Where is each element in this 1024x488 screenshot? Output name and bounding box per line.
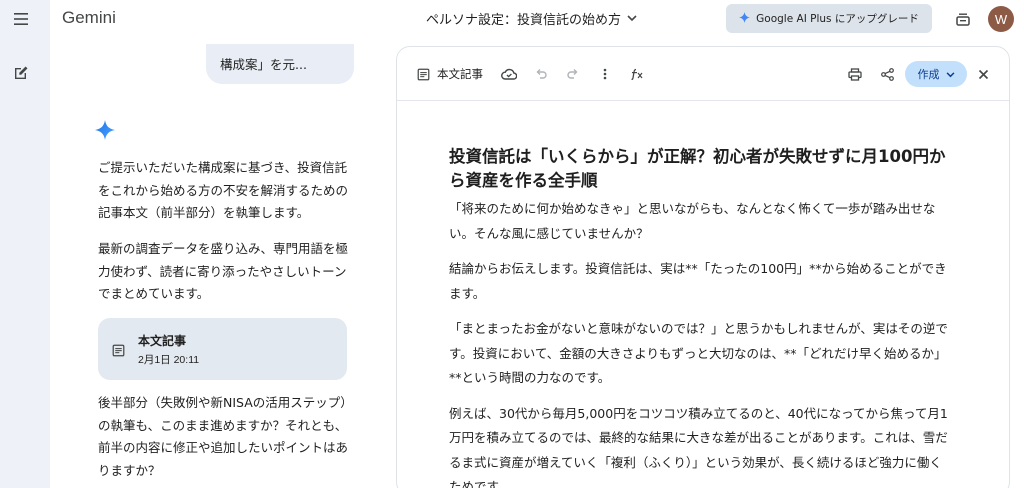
- share-icon[interactable]: [877, 64, 897, 84]
- document-card[interactable]: 本文記事 2月1日 20:11: [98, 318, 347, 380]
- document-icon: [112, 342, 125, 361]
- upgrade-label: Google AI Plus にアップグレード: [756, 13, 919, 25]
- cloud-icon[interactable]: [499, 64, 519, 84]
- gemini-spark-icon: [95, 120, 115, 140]
- new-chat-icon[interactable]: [10, 62, 32, 84]
- article-paragraph: 「将来のために何か始めなきゃ」と思いながらも、なんとなく怖くて一歩が踏み出せない…: [449, 201, 936, 241]
- document-card-title: 本文記事: [138, 334, 187, 348]
- avatar[interactable]: W: [988, 6, 1014, 32]
- create-button[interactable]: 作成: [905, 61, 967, 87]
- article-body[interactable]: 投資信託は「いくらから」が正解？初心者が失敗せずに月100円から資産を作る全手順…: [449, 145, 949, 488]
- share-conversation-icon[interactable]: [952, 8, 974, 30]
- print-icon[interactable]: [845, 64, 865, 84]
- side-rail: [0, 0, 50, 488]
- close-icon[interactable]: [973, 64, 993, 84]
- document-canvas: 本文記事 作成 投資信託は「いくらから」が正解？初心者が失敗せずに月100円から…: [396, 46, 1010, 488]
- chevron-down-icon: [946, 68, 955, 81]
- article-paragraph: 結論からお伝えします。投資信託は、実は**「たったの100円」**から始めること…: [449, 261, 947, 301]
- formula-icon[interactable]: [627, 64, 647, 84]
- response-paragraph: ご提示いただいた構成案に基づき、投資信託をこれから始める方の不安を解消するための…: [98, 160, 349, 220]
- upgrade-button[interactable]: Google AI Plus にアップグレード: [726, 4, 932, 33]
- canvas-toolbar: 本文記事 作成: [397, 47, 1009, 101]
- create-label: 作成: [917, 68, 940, 81]
- chevron-down-icon: [627, 11, 637, 26]
- canvas-document-title: 本文記事: [437, 67, 483, 81]
- menu-icon[interactable]: [10, 8, 32, 30]
- undo-icon[interactable]: [531, 64, 551, 84]
- conversation-title-dropdown[interactable]: ペルソナ設定：投資信託の始め方: [426, 9, 637, 28]
- user-message-bubble[interactable]: 構成案」を元...: [206, 44, 354, 84]
- document-card-date: 2月1日 20:11: [138, 354, 200, 366]
- article-title: 投資信託は「いくらから」が正解？初心者が失敗せずに月100円から資産を作る全手順: [449, 147, 946, 190]
- more-options-icon[interactable]: [595, 64, 615, 84]
- document-icon: [413, 64, 433, 84]
- top-bar: Gemini ペルソナ設定：投資信託の始め方 Google AI Plus にア…: [50, 0, 1024, 40]
- redo-icon[interactable]: [563, 64, 583, 84]
- response-paragraph: 後半部分（失敗例や新NISAの活用ステップ）の執筆も、このまま進めますか？それと…: [98, 395, 353, 478]
- conversation-title: ペルソナ設定：投資信託の始め方: [426, 13, 622, 28]
- article-paragraph: 例えば、30代から毎月5,000円をコツコツ積み立てるのと、40代になってから焦…: [449, 405, 948, 488]
- response-paragraph: 最新の調査データを盛り込み、専門用語を極力使わず、読者に寄り添ったやさしいトーン…: [98, 241, 349, 301]
- chat-panel: 構成案」を元... ご提示いただいた構成案に基づき、投資信託をこれから始める方の…: [50, 40, 390, 488]
- article-paragraph: 「まとまったお金がないと意味がないのでは？」と思うかもしれませんが、実はその逆で…: [449, 321, 948, 385]
- app-name[interactable]: Gemini: [62, 8, 116, 28]
- spark-icon: [739, 11, 751, 26]
